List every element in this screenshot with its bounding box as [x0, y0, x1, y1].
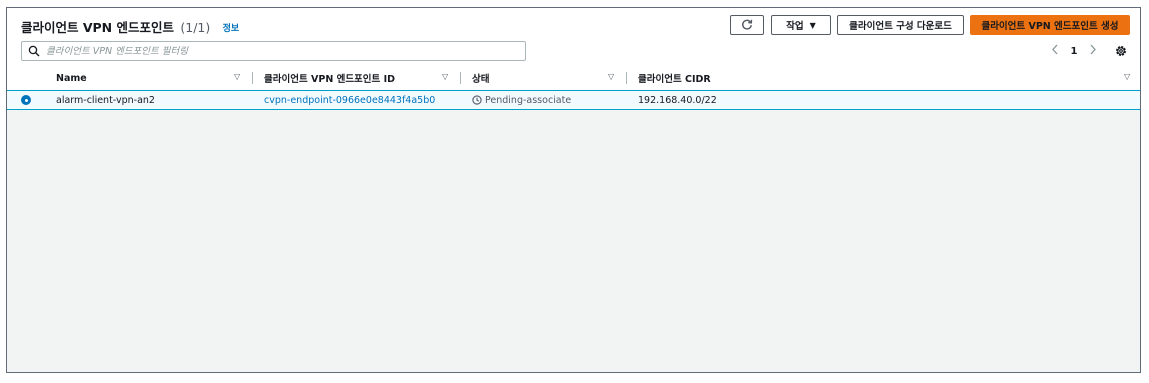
search-input[interactable] — [46, 45, 516, 57]
sort-icon[interactable]: ▽ — [234, 72, 240, 81]
row-select-radio[interactable] — [21, 95, 31, 105]
column-header-status[interactable]: 상태 — [472, 68, 489, 88]
title-text: 클라이언트 VPN 엔드포인트 — [21, 20, 175, 35]
refresh-icon — [742, 19, 753, 30]
cell-status: Pending-associate — [472, 91, 571, 109]
page-number[interactable]: 1 — [1063, 46, 1085, 57]
column-header-endpoint-id[interactable]: 클라이언트 VPN 엔드포인트 ID — [264, 68, 395, 88]
sort-icon[interactable]: ▽ — [1124, 72, 1130, 81]
client-vpn-endpoints-panel: 클라이언트 VPN 엔드포인트 (1/1) 정보 작업 ▼ 클라이언트 구성 다… — [6, 7, 1141, 373]
table-row[interactable]: alarm-client-vpn-an2 cvpn-endpoint-0966e… — [7, 90, 1140, 110]
column-header-name[interactable]: Name — [56, 68, 87, 88]
cell-client-cidr: 192.168.40.0/22 — [638, 94, 717, 106]
filter-search-box — [21, 41, 526, 61]
panel-header: 클라이언트 VPN 엔드포인트 (1/1) 정보 작업 ▼ 클라이언트 구성 다… — [7, 8, 1140, 96]
status-text: Pending-associate — [485, 94, 572, 106]
item-count: (1/1) — [180, 20, 211, 35]
download-label: 클라이언트 구성 다운로드 — [849, 21, 952, 32]
column-header-client-cidr[interactable]: 클라이언트 CIDR — [638, 68, 711, 88]
refresh-button[interactable] — [730, 15, 764, 35]
cell-endpoint-id-link[interactable]: cvpn-endpoint-0966e0e8443f4a5b0 — [264, 91, 435, 109]
cell-name: alarm-client-vpn-an2 — [56, 94, 155, 106]
table-header: Name ▽ 클라이언트 VPN 엔드포인트 ID ▽ 상태 ▽ 클라이언트 C… — [7, 68, 1140, 88]
gear-icon[interactable] — [1114, 44, 1128, 58]
pagination: 1 — [1047, 43, 1101, 59]
create-label: 클라이언트 VPN 엔드포인트 생성 — [981, 21, 1119, 32]
column-divider[interactable] — [252, 72, 253, 84]
info-link[interactable]: 정보 — [223, 24, 240, 34]
pending-clock-icon — [472, 95, 482, 105]
create-client-vpn-endpoint-button[interactable]: 클라이언트 VPN 엔드포인트 생성 — [970, 15, 1130, 35]
download-client-config-button[interactable]: 클라이언트 구성 다운로드 — [837, 15, 964, 35]
actions-label: 작업 — [786, 21, 804, 32]
actions-dropdown-button[interactable]: 작업 ▼ — [771, 15, 831, 35]
column-divider[interactable] — [460, 72, 461, 84]
column-divider[interactable] — [626, 72, 627, 84]
chevron-left-icon[interactable] — [1047, 44, 1063, 58]
chevron-right-icon[interactable] — [1085, 44, 1101, 58]
search-icon — [28, 45, 40, 57]
caret-down-icon: ▼ — [809, 20, 816, 30]
sort-icon[interactable]: ▽ — [442, 72, 448, 81]
sort-icon[interactable]: ▽ — [608, 72, 614, 81]
page-title: 클라이언트 VPN 엔드포인트 (1/1) 정보 — [21, 17, 239, 36]
